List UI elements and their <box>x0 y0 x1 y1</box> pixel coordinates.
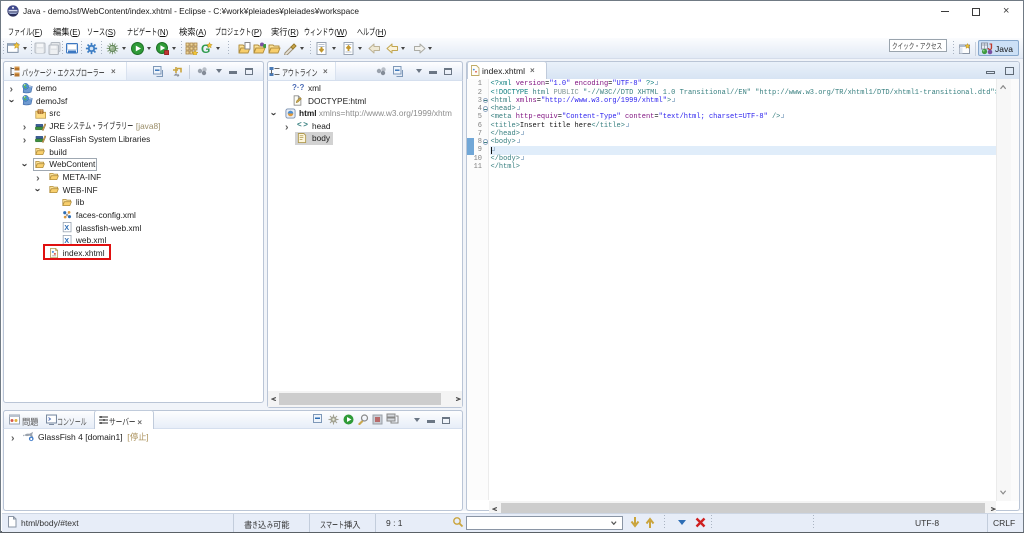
svg-text:X: X <box>64 225 69 232</box>
